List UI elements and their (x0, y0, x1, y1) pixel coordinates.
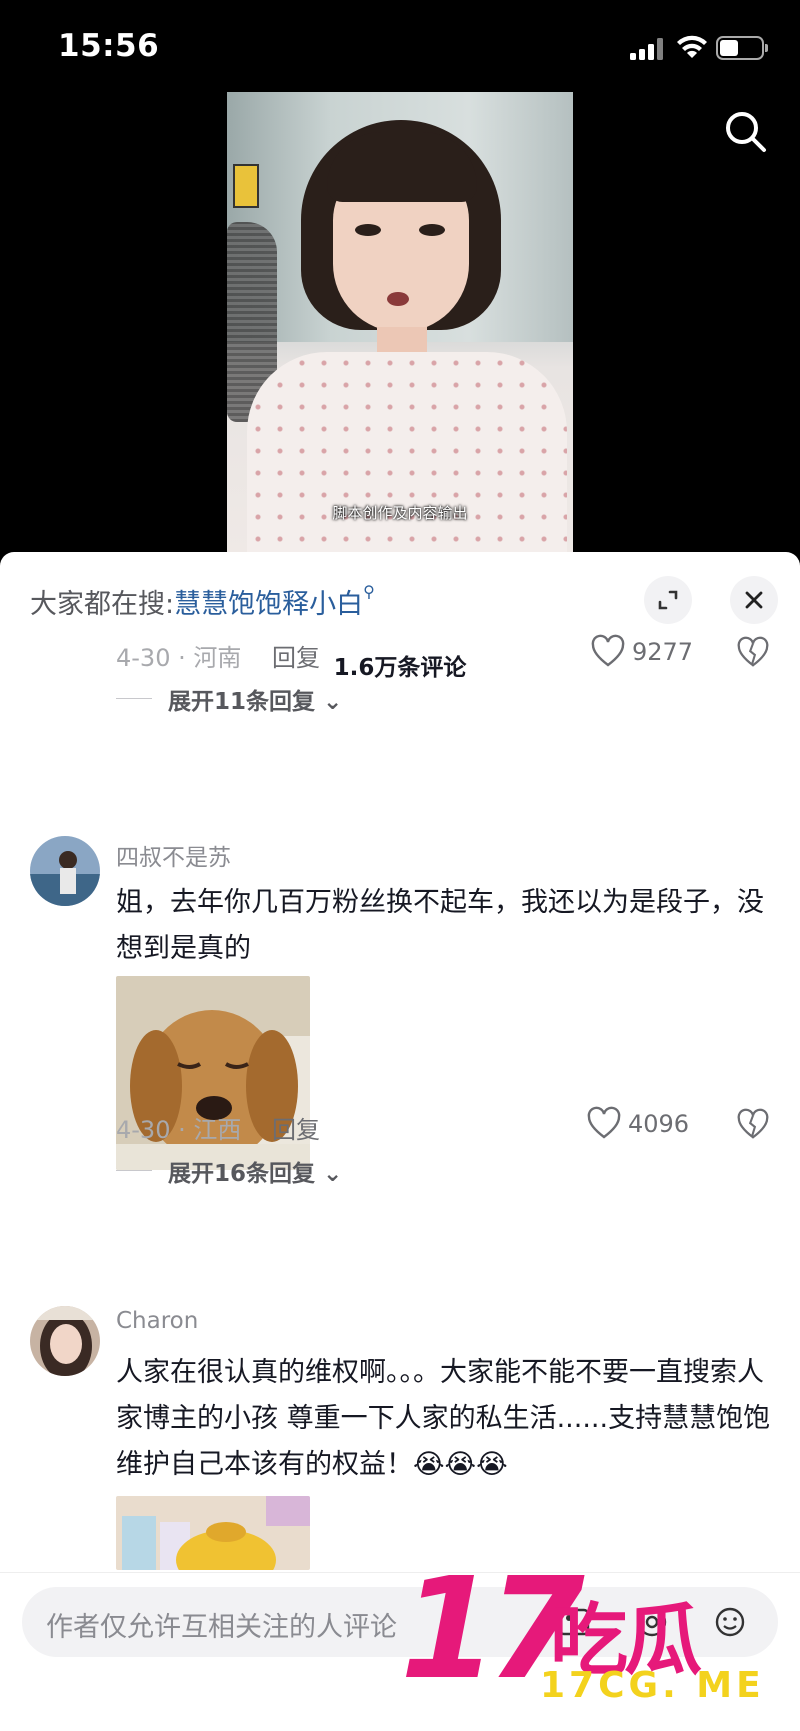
expand-replies-label: 展开11条回复 ⌄ (168, 689, 343, 715)
avatar[interactable] (30, 1306, 100, 1376)
battery-icon (716, 36, 768, 60)
search-suggestion-icon: ⚲ (363, 582, 375, 601)
video-mouth (387, 292, 409, 306)
broken-heart-icon[interactable] (736, 1108, 770, 1142)
like-count: 4096 (628, 1110, 690, 1138)
expand-divider (116, 698, 152, 699)
search-icon[interactable] (722, 108, 770, 156)
video-poster-decor (233, 164, 259, 208)
site-watermark: 17 吃瓜 17CG. ME (400, 1560, 780, 1710)
heart-icon[interactable] (586, 1106, 622, 1142)
comment-username[interactable]: 四叔不是苏 (116, 838, 231, 872)
search-suggestion[interactable]: 大家都在搜:慧慧饱饱释小白⚲ (30, 582, 375, 621)
close-sheet-button[interactable] (730, 576, 778, 624)
broken-heart-icon[interactable] (736, 636, 770, 670)
close-icon (745, 591, 763, 609)
status-bar: 15:56 (0, 0, 800, 92)
comment-text: 姐，去年你几百万粉丝换不起车，我还以为是段子，没想到是真的 (116, 887, 764, 964)
wifi-icon (677, 35, 707, 58)
comment-image-toy[interactable] (116, 1496, 310, 1570)
video-eye-right (419, 224, 445, 236)
watermark-site: 17CG. ME (540, 1665, 765, 1706)
comment-meta-row: 4-30 · 河南 回复 9277 (116, 634, 776, 674)
chevron-down-icon: ⌄ (323, 1161, 343, 1187)
reply-button[interactable]: 回复 (272, 638, 320, 673)
search-suggestion-prefix: 大家都在搜: (30, 589, 175, 620)
comment-meta-row: 4-30 · 江西 回复 4096 (116, 1106, 776, 1146)
avatar[interactable] (30, 836, 100, 906)
expand-replies-label: 展开16条回复 ⌄ (168, 1161, 343, 1187)
signal-icon (630, 38, 666, 60)
video-bangs (327, 132, 477, 202)
video-caption: 脚本创作及内容输出 (332, 504, 468, 522)
comment-text: 人家在很认真的维权啊。。。大家能不能不要一直搜索人家博主的小孩 尊重一下人家的私… (116, 1357, 771, 1480)
chevron-down-icon: ⌄ (323, 689, 343, 715)
comment-date-location: 4-30 · 江西 (116, 1116, 242, 1144)
expand-sheet-button[interactable] (644, 576, 692, 624)
video-eye-left (355, 224, 381, 236)
comment-date-location: 4-30 · 河南 (116, 644, 242, 672)
like-count: 9277 (632, 638, 694, 666)
status-time: 15:56 (58, 28, 160, 64)
comment-input-placeholder: 作者仅允许互相关注的人评论 (46, 1612, 397, 1643)
video-player[interactable]: 脚本创作及内容输出 (227, 92, 573, 552)
expand-icon (658, 590, 678, 610)
reply-button[interactable]: 回复 (272, 1110, 320, 1145)
expand-divider (116, 1170, 152, 1171)
heart-icon[interactable] (590, 634, 626, 670)
search-suggestion-keyword[interactable]: 慧慧饱饱释小白 (174, 589, 363, 620)
comment-username[interactable]: Charon (116, 1308, 198, 1334)
